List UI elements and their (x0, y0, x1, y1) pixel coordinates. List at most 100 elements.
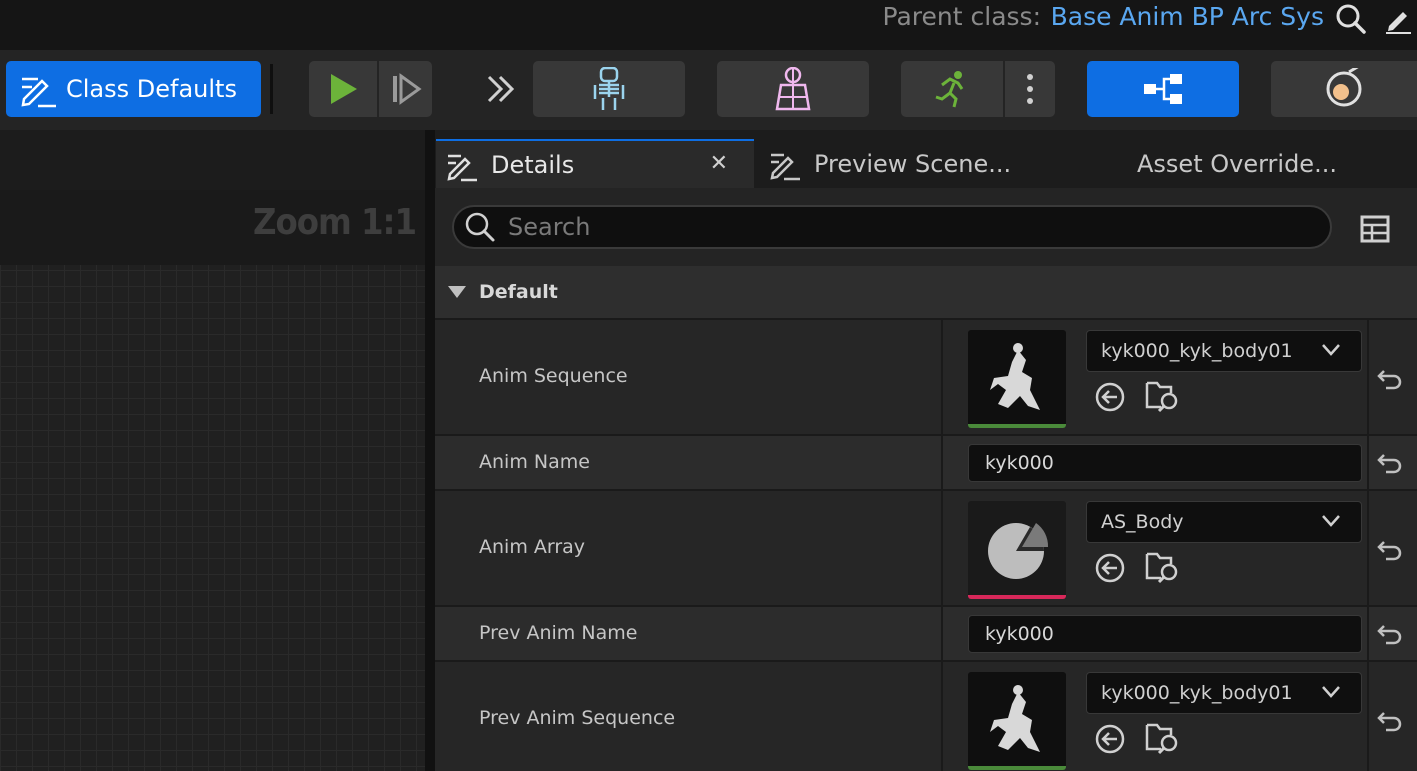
browse-folder-icon[interactable] (1145, 379, 1181, 413)
use-selected-icon[interactable] (1094, 723, 1126, 755)
property-row-anim-sequence: Anim Sequence kyk000_kyk_body01 (435, 320, 1417, 436)
asset-thumbnail[interactable] (968, 501, 1066, 599)
asset-type-bar (968, 766, 1066, 770)
details-icon (447, 154, 477, 181)
event-graph-canvas[interactable] (0, 190, 425, 771)
chevron-down-icon (1322, 344, 1340, 356)
anim-name-value: kyk000 (985, 452, 1054, 474)
preview-scene-icon (770, 153, 800, 180)
property-matrix-icon[interactable] (1360, 215, 1390, 243)
use-selected-icon[interactable] (1094, 552, 1126, 584)
tab-details[interactable]: Details ✕ (436, 139, 754, 188)
asset-picker-value: kyk000_kyk_body01 (1101, 682, 1293, 704)
details-search-input[interactable] (508, 213, 1288, 241)
column-divider[interactable] (941, 436, 943, 489)
reset-to-default-icon[interactable] (1376, 449, 1404, 477)
asset-picker-value: AS_Body (1101, 511, 1184, 533)
chevron-down-icon (1322, 515, 1340, 527)
browse-folder-icon[interactable] (1145, 550, 1181, 584)
step-button[interactable] (379, 61, 432, 117)
search-icon (465, 212, 495, 242)
details-search-row (435, 188, 1417, 266)
details-tab-bar: Details ✕ Preview Scene... Asset Overrid… (435, 130, 1417, 188)
column-divider[interactable] (941, 320, 943, 434)
reset-to-default-icon[interactable] (1376, 536, 1404, 564)
category-default[interactable]: Default (435, 266, 1417, 320)
asset-picker-combo[interactable]: kyk000_kyk_body01 (1086, 672, 1362, 714)
asset-type-bar (968, 595, 1066, 599)
class-defaults-icon (21, 77, 56, 108)
tab-preview-scene[interactable]: Preview Scene... (768, 139, 1048, 188)
tab-details-label: Details (491, 150, 575, 179)
class-defaults-button[interactable]: Class Defaults (6, 61, 261, 117)
reset-divider (1367, 320, 1369, 434)
property-name: Anim Array (479, 536, 586, 558)
class-defaults-label: Class Defaults (66, 75, 237, 103)
prev-anim-name-value: kyk000 (985, 623, 1054, 645)
step-forward-icon (392, 73, 422, 105)
reset-to-default-icon[interactable] (1376, 365, 1404, 393)
asset-type-bar (968, 424, 1066, 428)
mesh-mode-button[interactable] (717, 61, 869, 117)
use-selected-icon[interactable] (1094, 381, 1126, 413)
property-row-anim-name: Anim Name kyk000 (435, 436, 1417, 491)
animation-options-button[interactable] (1005, 61, 1055, 117)
animation-mode-button[interactable] (901, 61, 1003, 117)
prev-anim-name-field[interactable]: kyk000 (968, 615, 1362, 653)
edit-pencil-icon[interactable] (1383, 4, 1413, 34)
property-row-anim-array: Anim Array AS_Body (435, 491, 1417, 607)
property-row-prev-anim-name: Prev Anim Name kyk000 (435, 607, 1417, 662)
zoom-indicator: Zoom 1:1 (253, 202, 417, 243)
more-toolbar-chevron[interactable] (480, 64, 522, 114)
double-chevron-right-icon (487, 75, 515, 103)
play-button[interactable] (309, 61, 377, 117)
asset-thumbnail[interactable] (968, 330, 1066, 428)
anim-name-field[interactable]: kyk000 (968, 444, 1362, 482)
close-tab-icon[interactable]: ✕ (710, 151, 728, 176)
reset-to-default-icon[interactable] (1376, 620, 1404, 648)
play-controls (309, 61, 432, 117)
toolbar-separator (270, 64, 273, 114)
browse-folder-icon[interactable] (1145, 721, 1181, 755)
asset-picker-combo[interactable]: kyk000_kyk_body01 (1086, 330, 1362, 372)
play-icon (331, 74, 357, 104)
tab-preview-scene-label: Preview Scene... (814, 149, 1012, 178)
parent-class-label: Parent class: (882, 2, 1041, 31)
graph-header (0, 130, 425, 190)
category-label: Default (479, 281, 558, 303)
skeleton-mode-button[interactable] (533, 61, 685, 117)
reset-divider (1367, 491, 1369, 605)
column-divider[interactable] (941, 607, 943, 660)
vertical-dots-icon (1027, 74, 1033, 104)
animation-figure-icon (990, 343, 1040, 410)
animation-figure-icon (990, 685, 1040, 752)
running-figure-icon (935, 71, 964, 108)
animation-mode-group (901, 61, 1055, 117)
property-name: Prev Anim Sequence (479, 707, 676, 729)
tab-asset-override-label: Asset Override... (1137, 149, 1337, 178)
blueprint-graph-icon (1144, 74, 1182, 104)
asset-thumbnail[interactable] (968, 672, 1066, 770)
panel-splitter[interactable] (425, 130, 435, 771)
reset-divider (1367, 607, 1369, 660)
collapse-arrow-icon (448, 286, 466, 298)
property-row-prev-anim-sequence: Prev Anim Sequence kyk000_kyk_body01 (435, 662, 1417, 771)
mesh-icon (775, 67, 811, 111)
parent-class-link[interactable]: Base Anim BP Arc Sys (1051, 2, 1324, 31)
column-divider[interactable] (941, 491, 943, 605)
top-bar: Parent class: Base Anim BP Arc Sys (0, 0, 1417, 50)
details-search-box (452, 205, 1332, 249)
search-icon[interactable] (1334, 2, 1368, 36)
reset-to-default-icon[interactable] (1376, 707, 1404, 735)
property-name: Prev Anim Name (479, 622, 638, 644)
tab-asset-override[interactable]: Asset Override... (1137, 139, 1397, 188)
property-name: Anim Sequence (479, 365, 628, 387)
physics-mode-button[interactable] (1271, 61, 1417, 117)
column-divider[interactable] (941, 662, 943, 771)
chevron-down-icon (1322, 686, 1340, 698)
physics-asset-icon (1326, 68, 1362, 107)
blueprint-mode-button[interactable] (1087, 61, 1239, 117)
toolbar: Class Defaults (0, 50, 1417, 130)
asset-picker-combo[interactable]: AS_Body (1086, 501, 1362, 543)
property-name: Anim Name (479, 451, 590, 473)
